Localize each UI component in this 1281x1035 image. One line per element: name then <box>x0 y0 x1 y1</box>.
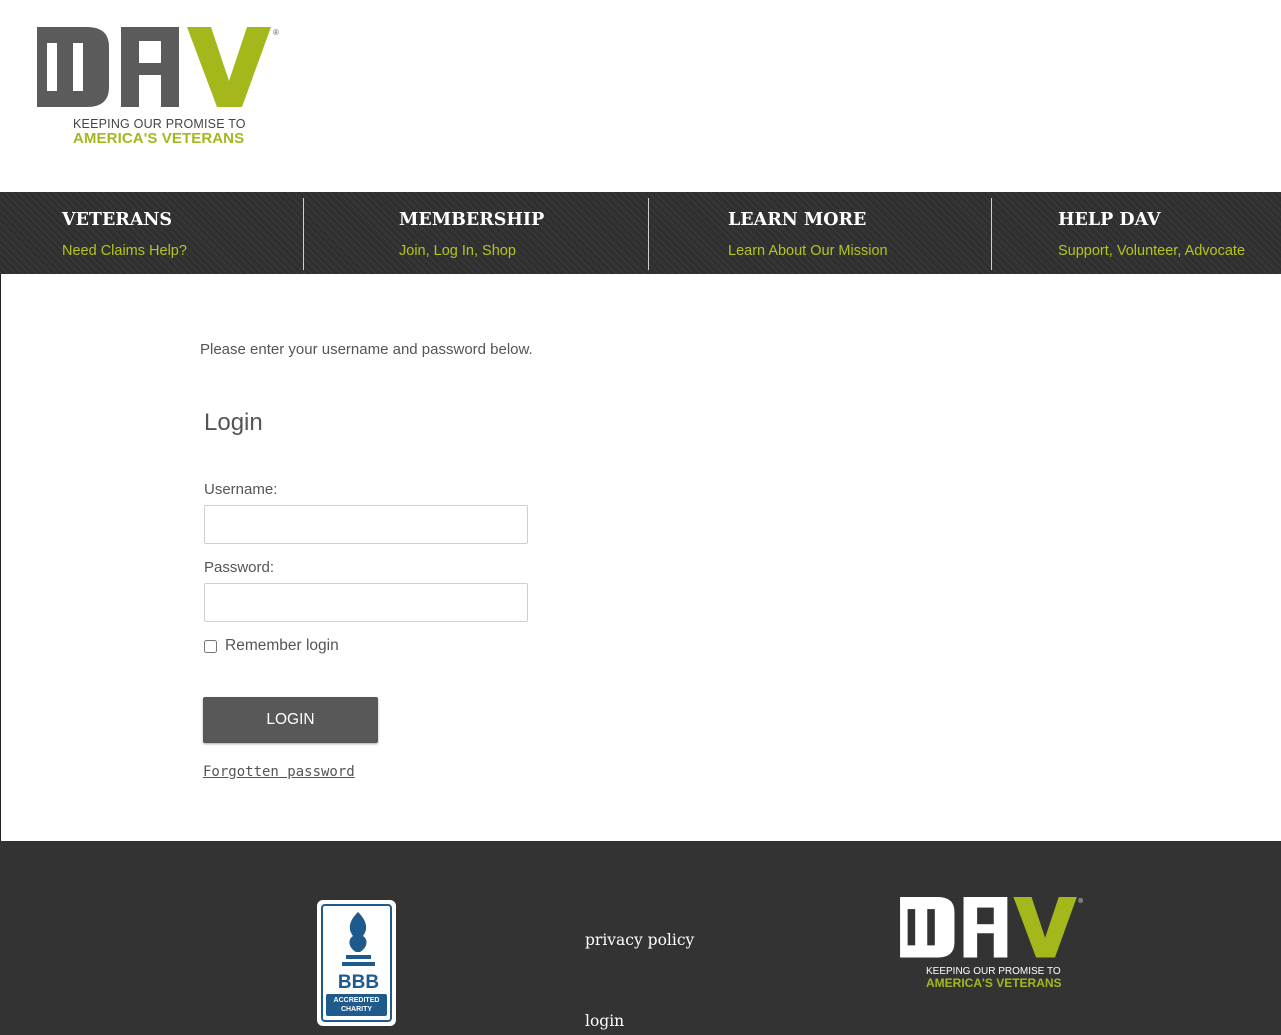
login-button[interactable]: LOGIN <box>203 697 378 743</box>
bbb-letters: BBB <box>337 972 380 993</box>
bbb-badge-frame: BBB ACCREDITED CHARITY <box>321 904 392 1022</box>
logo-tagline-2: AMERICA'S VETERANS <box>73 130 245 147</box>
bbb-accredited-line1: ACCREDITED <box>333 997 380 1004</box>
footer-dav-logo[interactable]: ® KEEPING OUR PROMISE TO AMERICA'S VETER… <box>898 897 1088 997</box>
nav-item-title[interactable]: HELP DAV <box>1058 210 1161 230</box>
bbb-accredited-badge[interactable]: BBB ACCREDITED CHARITY <box>317 900 396 1026</box>
login-intro-text: Please enter your username and password … <box>200 341 533 358</box>
bbb-torch-icon <box>342 912 375 966</box>
remember-login[interactable]: Remember login <box>204 637 339 655</box>
site-header: ® KEEPING OUR PROMISE TO AMERICA'S VETER… <box>0 0 1281 192</box>
footer-link-privacy-policy[interactable]: privacy policy <box>585 931 694 949</box>
password-input[interactable] <box>204 583 528 622</box>
forgotten-password-link[interactable]: Forgotten password <box>203 764 355 780</box>
footer-dav-logo-mark: ® <box>900 897 1083 958</box>
nav-item-subtitle[interactable]: Need Claims Help? <box>62 243 187 259</box>
nav-divider <box>648 198 649 270</box>
nav-item-subtitle[interactable]: Support, Volunteer, Advocate <box>1058 243 1245 259</box>
dav-logo[interactable]: ® KEEPING OUR PROMISE TO AMERICA'S VETER… <box>37 27 283 152</box>
username-label: Username: <box>204 481 278 498</box>
registered-mark: ® <box>273 28 279 37</box>
nav-item-title[interactable]: LEARN MORE <box>728 210 866 230</box>
logo-tagline-1: KEEPING OUR PROMISE TO <box>73 117 246 131</box>
password-label: Password: <box>204 559 275 576</box>
username-input[interactable] <box>204 505 528 544</box>
nav-item-subtitle[interactable]: Join, Log In, Shop <box>399 243 516 259</box>
dav-logo-mark: ® <box>37 27 279 107</box>
bbb-accredited-label: ACCREDITED CHARITY <box>326 994 387 1016</box>
login-heading: Login <box>204 409 263 436</box>
footer-registered-mark: ® <box>1078 898 1083 905</box>
footer-link-login[interactable]: login <box>585 1012 624 1030</box>
remember-login-label: Remember login <box>225 637 339 654</box>
main-nav: VETERANS Need Claims Help? MEMBERSHIP Jo… <box>0 192 1281 274</box>
bbb-accredited-line2: CHARITY <box>340 1006 373 1013</box>
nav-item-title[interactable]: MEMBERSHIP <box>399 210 544 230</box>
nav-divider <box>303 198 304 270</box>
footer-logo-tagline-2: AMERICA'S VETERANS <box>926 976 1062 990</box>
nav-item-subtitle[interactable]: Learn About Our Mission <box>728 243 888 259</box>
nav-divider <box>991 198 992 270</box>
remember-login-checkbox[interactable] <box>204 639 217 653</box>
nav-item-title[interactable]: VETERANS <box>62 210 172 230</box>
